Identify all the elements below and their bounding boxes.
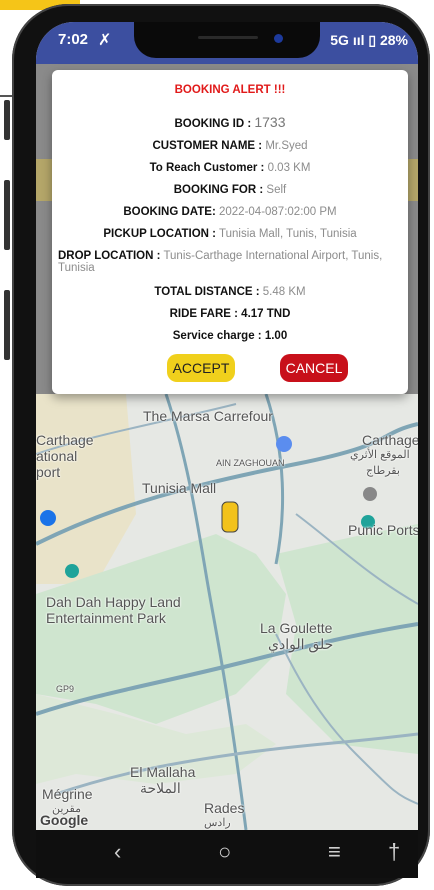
customer-row: CUSTOMER NAME : Mr.Syed <box>58 140 402 152</box>
home-icon[interactable]: ○ <box>218 840 231 864</box>
distance-label: TOTAL DISTANCE : <box>154 286 260 298</box>
signal-icon: ✗ <box>98 32 112 49</box>
map-label-ain-zaghouan: AIN ZAGHOUAN <box>216 458 285 468</box>
reach-value: 0.03 KM <box>267 162 311 174</box>
accessibility-icon[interactable]: † <box>388 840 400 864</box>
status-time: 7:02 <box>58 31 89 48</box>
booking-for-label: BOOKING FOR : <box>173 184 264 196</box>
map-label-punic-ports: Punic Ports <box>348 522 418 538</box>
distance-row: TOTAL DISTANCE : 5.48 KM <box>58 286 402 298</box>
map-label-carthage-right-ar: بقرطاج <box>366 465 400 477</box>
fare-label: RIDE FARE : <box>169 308 238 320</box>
navigation-bar: ‹ ○ ≡ † <box>36 830 418 878</box>
service-value: 1.00 <box>264 330 288 342</box>
map-label-carthage-left: ational <box>36 448 78 464</box>
fare-row: RIDE FARE : 4.17 TND <box>58 308 402 320</box>
map-label-dah-dah: Dah Dah Happy Land <box>46 594 181 610</box>
customer-value: Mr.Syed <box>265 140 308 152</box>
booking-id-label: BOOKING ID : <box>174 118 252 130</box>
cancel-button[interactable]: CANCEL <box>280 354 348 382</box>
side-button <box>4 100 10 140</box>
booking-date-label: BOOKING DATE: <box>123 206 216 218</box>
customer-label: CUSTOMER NAME : <box>152 140 263 152</box>
map-label-la-goulette-ar: حلق الوادي <box>268 636 334 652</box>
map-label-carthage-right-ar: الموقع الأثري <box>350 449 410 461</box>
booking-for-value: Self <box>266 184 287 196</box>
drop-label: DROP LOCATION : <box>58 250 161 262</box>
speaker-icon <box>198 36 258 39</box>
map-label-el-mallaha-ar: الملاحة <box>140 780 181 796</box>
map-label-megrine: Mégrine <box>42 786 93 802</box>
map-label-marsa-carrefour: The Marsa Carrefour <box>143 408 273 424</box>
status-indicators: 5G ııl ▯ 28% <box>330 32 408 48</box>
fare-value: 4.17 TND <box>241 308 291 320</box>
side-button <box>4 290 10 360</box>
booking-date-value: 2022-04-087:02:00 PM <box>218 206 337 218</box>
booking-alert-dialog: BOOKING ALERT !!! BOOKING ID : 1733 CUST… <box>52 70 408 394</box>
map-label-carthage-left: Carthage <box>36 432 94 448</box>
map-label-rades: Rades <box>204 800 245 816</box>
map-label-tunisia-mall: Tunisia Mall <box>142 480 217 496</box>
map-view[interactable]: The Marsa Carrefour Carthage ational por… <box>36 394 418 830</box>
booking-id-value: 1733 <box>254 114 286 130</box>
phone-screen: 7:02 ✗ 5G ııl ▯ 28% The Marsa Carrefour … <box>36 22 418 830</box>
camera-icon <box>274 34 283 43</box>
map-label-road: GP9 <box>56 684 75 694</box>
map-label-el-mallaha: El Mallaha <box>130 764 196 780</box>
map-label-dah-dah: Entertainment Park <box>46 610 166 626</box>
dialog-title: BOOKING ALERT !!! <box>174 84 286 96</box>
booking-for-row: BOOKING FOR : Self <box>58 184 402 196</box>
map-label-rades-ar: رادس <box>204 817 231 829</box>
service-label: Service charge : <box>172 330 262 342</box>
recents-icon[interactable]: ≡ <box>328 840 341 864</box>
camera-notch <box>134 22 320 58</box>
map-label-carthage-right: Carthage <box>362 432 418 448</box>
map-label-carthage-left: port <box>36 464 61 480</box>
drop-row: DROP LOCATION : Tunis-Carthage Internati… <box>58 250 402 274</box>
map-label-la-goulette: La Goulette <box>260 620 333 636</box>
pickup-value: Tunisia Mall, Tunis, Tunisia <box>219 228 357 240</box>
service-row: Service charge : 1.00 <box>58 330 402 342</box>
reach-label: To Reach Customer : <box>149 162 265 174</box>
side-button <box>4 180 10 250</box>
booking-date-row: BOOKING DATE: 2022-04-087:02:00 PM <box>58 206 402 218</box>
reach-row: To Reach Customer : 0.03 KM <box>58 162 402 174</box>
pickup-row: PICKUP LOCATION : Tunisia Mall, Tunis, T… <box>58 228 402 240</box>
distance-value: 5.48 KM <box>262 286 306 298</box>
pickup-label: PICKUP LOCATION : <box>103 228 217 240</box>
back-icon[interactable]: ‹ <box>114 840 121 864</box>
google-logo: Google <box>40 812 89 828</box>
accept-button[interactable]: ACCEPT <box>167 354 235 382</box>
booking-id-row: BOOKING ID : 1733 <box>58 114 402 130</box>
